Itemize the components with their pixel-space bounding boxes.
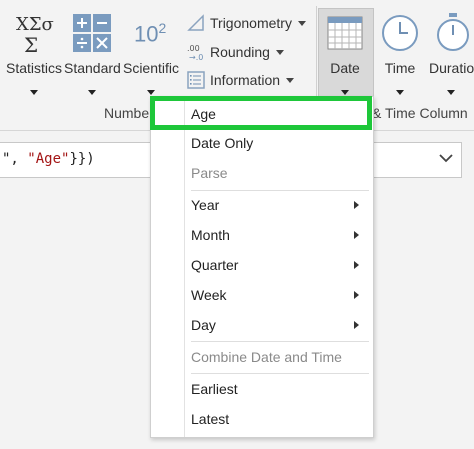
duration-button[interactable]: Duratio xyxy=(428,8,474,98)
menu-item-week[interactable]: Week xyxy=(191,281,373,309)
menu-item-label: Day xyxy=(191,317,216,333)
menu-item-label: Year xyxy=(191,197,220,213)
duration-label: Duratio xyxy=(429,60,474,76)
menu-item-month[interactable]: Month xyxy=(191,221,373,249)
trigonometry-icon xyxy=(187,14,204,31)
scientific-label: Scientific xyxy=(122,60,180,76)
rounding-icon: .00 →.0 xyxy=(187,44,203,62)
information-icon xyxy=(187,71,205,89)
scientific-button[interactable]: 102 Scientific xyxy=(122,8,180,98)
information-label: Information xyxy=(210,72,281,88)
submenu-arrow-icon xyxy=(354,291,359,299)
menu-item-combine-date-and-time: Combine Date and Time xyxy=(191,343,373,371)
trigonometry-caret-icon xyxy=(297,20,306,26)
submenu-arrow-icon xyxy=(354,231,359,239)
information-button[interactable]: Information xyxy=(186,68,295,92)
time-label: Time xyxy=(384,60,416,76)
trigonometry-button[interactable]: Trigonometry xyxy=(186,11,306,35)
statistics-icon: XΣσ Σ xyxy=(16,14,54,56)
submenu-arrow-icon xyxy=(354,261,359,269)
menu-item-label: Combine Date and Time xyxy=(191,349,342,365)
svg-text:→.0: →.0 xyxy=(189,53,203,62)
date-label: Date xyxy=(330,60,360,76)
group-label-number: Numbe xyxy=(104,105,150,121)
menu-item-earliest[interactable]: Earliest xyxy=(191,375,373,403)
time-button[interactable]: Time xyxy=(374,8,426,98)
standard-calculator-icon xyxy=(73,14,111,52)
menu-item-date-only[interactable]: Date Only xyxy=(191,129,373,157)
chevron-down-icon[interactable] xyxy=(439,153,453,163)
menu-separator xyxy=(191,341,369,342)
formula-string: "Age" xyxy=(27,151,70,167)
submenu-arrow-icon xyxy=(354,201,359,209)
statistics-button[interactable]: XΣσ Σ Statistics xyxy=(4,8,64,98)
duration-caret-icon xyxy=(447,90,455,95)
menu-item-label: Quarter xyxy=(191,257,239,273)
menu-item-label: Week xyxy=(191,287,227,303)
menu-item-label: Parse xyxy=(191,165,228,181)
standard-label: Standard xyxy=(64,60,121,76)
statistics-glyph-top: XΣσ xyxy=(16,14,54,35)
scientific-glyph-base: 10 xyxy=(134,21,159,47)
menu-item-label: Date Only xyxy=(191,135,254,151)
scientific-caret-icon xyxy=(147,90,155,95)
scientific-icon: 102 xyxy=(134,20,166,47)
date-button[interactable]: Date xyxy=(318,8,372,98)
svg-text:.00: .00 xyxy=(187,44,200,53)
date-caret-icon xyxy=(341,90,349,95)
group-label-datetime: & Time Column xyxy=(372,105,468,121)
time-caret-icon xyxy=(396,90,404,95)
rounding-button[interactable]: .00 →.0 Rounding xyxy=(186,40,284,64)
clock-icon xyxy=(382,15,418,51)
menu-gutter xyxy=(184,97,185,437)
rounding-label: Rounding xyxy=(210,44,270,60)
date-dropdown-menu: Age Date Only Parse Year Month Quarter W… xyxy=(150,96,374,438)
formula-prefix: ", xyxy=(2,151,28,167)
calendar-icon xyxy=(327,16,363,50)
menu-item-quarter[interactable]: Quarter xyxy=(191,251,373,279)
rounding-caret-icon xyxy=(275,49,284,55)
menu-item-label: Latest xyxy=(191,411,230,427)
menu-item-parse: Parse xyxy=(191,159,373,187)
standard-button[interactable]: Standard xyxy=(64,8,121,98)
selection-highlight-box xyxy=(150,96,372,130)
trigonometry-label: Trigonometry xyxy=(210,15,292,31)
formula-text: ", "Age"}}) xyxy=(2,151,95,167)
menu-item-latest[interactable]: Latest xyxy=(191,405,373,433)
menu-item-year[interactable]: Year xyxy=(191,191,373,219)
menu-item-label: Month xyxy=(191,227,230,243)
menu-separator xyxy=(191,373,369,374)
statistics-caret-icon xyxy=(30,90,38,95)
scientific-glyph-exp: 2 xyxy=(158,20,167,36)
information-caret-icon xyxy=(286,77,295,83)
standard-caret-icon xyxy=(88,90,96,95)
statistics-label: Statistics xyxy=(5,60,62,76)
submenu-arrow-icon xyxy=(354,321,359,329)
statistics-glyph-bottom: Σ xyxy=(24,33,38,56)
stopwatch-icon xyxy=(437,13,469,51)
menu-item-day[interactable]: Day xyxy=(191,311,373,339)
formula-suffix: }}) xyxy=(69,151,95,167)
menu-item-label: Earliest xyxy=(191,381,238,397)
